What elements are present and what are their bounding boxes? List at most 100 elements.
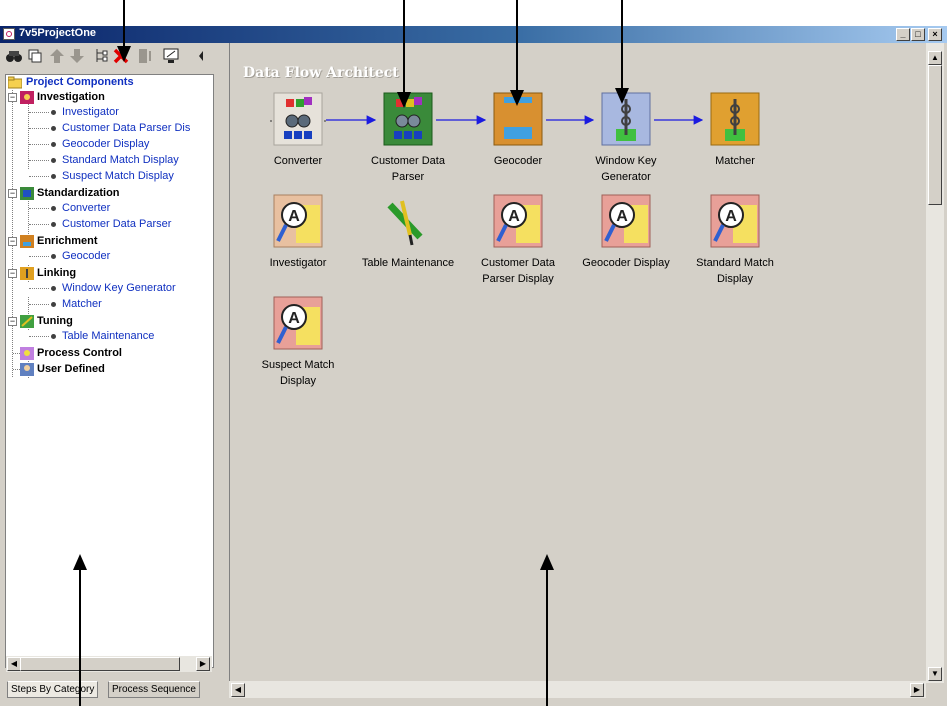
tree-item[interactable]: Window Key Generator: [62, 281, 176, 295]
tree-category-tuning[interactable]: Tuning: [37, 314, 73, 328]
annotation-arrow: [403, 22, 405, 98]
tab-process-sequence[interactable]: Process Sequence: [108, 681, 200, 698]
collapse-panel-icon[interactable]: [197, 47, 205, 65]
scroll-left-icon[interactable]: ◀: [7, 657, 21, 671]
component-label: Customer Data Parser: [371, 155, 445, 183]
component-label: Matcher: [715, 155, 755, 167]
app-window: 7v5ProjectOne _ □ × Project Components −…: [0, 26, 947, 706]
investigator-icon: A: [270, 193, 326, 251]
tree-item[interactable]: Table Maintenance: [62, 329, 154, 343]
matcher-icon: [707, 91, 763, 149]
tools-icon: [380, 193, 436, 251]
component-label: Table Maintenance: [361, 257, 455, 269]
scroll-right-icon[interactable]: ▶: [196, 657, 210, 671]
move-down-icon[interactable]: [68, 47, 86, 65]
tree-horizontal-scrollbar[interactable]: ◀ ▶: [6, 656, 212, 672]
scroll-down-icon[interactable]: ▼: [928, 667, 942, 681]
collapse-toggle[interactable]: −: [8, 317, 17, 326]
tree-item[interactable]: Geocoder Display: [62, 137, 149, 151]
annotation-arrow: [403, 0, 405, 22]
tree-item[interactable]: Customer Data Parser Dis: [62, 121, 190, 135]
project-tree: Project Components − Investigation Inves…: [5, 74, 214, 668]
component-label: Customer Data Parser Display: [481, 257, 555, 285]
tree-category-linking[interactable]: Linking: [37, 266, 76, 280]
maximize-button[interactable]: □: [911, 28, 925, 41]
app-icon: [3, 28, 15, 40]
annotation-arrow: [123, 0, 125, 22]
tree-category-process-control[interactable]: Process Control: [37, 346, 122, 360]
tree-item[interactable]: Converter: [62, 201, 110, 215]
canvas-horizontal-scrollbar[interactable]: ◀ ▶: [229, 681, 926, 698]
component-label: Geocoder Display: [582, 257, 670, 269]
component-label: Investigator: [269, 257, 327, 269]
user-defined-icon: [20, 363, 34, 376]
annotation-arrowhead: [397, 92, 411, 108]
tree-item[interactable]: Standard Match Display: [62, 153, 179, 167]
tree-root-label[interactable]: Project Components: [26, 75, 134, 89]
process-control-icon: [20, 347, 34, 360]
data-flow-canvas[interactable]: Data Flow Architect Converter Customer D…: [229, 43, 927, 682]
svg-text:A: A: [725, 208, 737, 225]
annotation-arrowhead: [510, 90, 524, 106]
scroll-right-icon[interactable]: ▶: [910, 683, 924, 697]
annotation-arrow: [621, 22, 623, 94]
folder-icon: [7, 76, 23, 89]
annotation-arrow: [516, 22, 518, 96]
svg-text:A: A: [508, 208, 520, 225]
collapse-toggle[interactable]: −: [8, 189, 17, 198]
flow-connectors: [326, 115, 704, 125]
tree-item[interactable]: Suspect Match Display: [62, 169, 174, 183]
list-icon[interactable]: [136, 47, 154, 65]
investigator-icon: A: [707, 193, 763, 251]
investigator-icon: A: [490, 193, 546, 251]
investigator-icon: A: [270, 295, 326, 353]
tree-category-investigation[interactable]: Investigation: [37, 90, 105, 104]
tree-icon[interactable]: [92, 47, 110, 65]
window-title: 7v5ProjectOne: [19, 27, 97, 39]
svg-text:A: A: [288, 310, 300, 327]
component-label: Window Key Generator: [595, 155, 657, 183]
tree-item[interactable]: Geocoder: [62, 249, 110, 263]
annotation-arrowhead: [117, 46, 131, 62]
converter-icon: [270, 91, 326, 149]
collapse-toggle[interactable]: −: [8, 93, 17, 102]
tab-steps-by-category[interactable]: Steps By Category: [7, 681, 99, 698]
collapse-toggle[interactable]: −: [8, 237, 17, 246]
svg-text:A: A: [616, 208, 628, 225]
component-label: Geocoder: [493, 155, 543, 167]
minimize-button[interactable]: _: [896, 28, 910, 41]
title-bar: 7v5ProjectOne _ □ ×: [0, 26, 947, 43]
tree-item[interactable]: Customer Data Parser: [62, 217, 171, 231]
tuning-icon: [20, 315, 34, 328]
investigator-icon: A: [598, 193, 654, 251]
scroll-left-icon[interactable]: ◀: [231, 683, 245, 697]
component-label: Suspect Match Display: [261, 359, 335, 387]
annotation-arrow: [79, 568, 81, 706]
annotation-arrow: [516, 0, 518, 22]
copy-icon[interactable]: [26, 47, 44, 65]
annotation-arrowhead: [615, 88, 629, 104]
component-label: Converter: [273, 155, 323, 167]
tree-item[interactable]: Investigator: [62, 105, 119, 119]
scroll-up-icon[interactable]: ▲: [928, 51, 942, 65]
tree-item[interactable]: Matcher: [62, 297, 102, 311]
annotation-arrow: [621, 0, 623, 22]
enrichment-icon: [20, 235, 34, 248]
monitor-icon[interactable]: [162, 47, 180, 65]
investigation-icon: [20, 91, 34, 104]
component-label: Standard Match Display: [696, 257, 774, 285]
scroll-thumb[interactable]: [928, 65, 942, 205]
close-button[interactable]: ×: [928, 28, 942, 41]
scroll-thumb[interactable]: [20, 657, 180, 671]
collapse-toggle[interactable]: −: [8, 269, 17, 278]
tree-category-user-defined[interactable]: User Defined: [37, 362, 105, 376]
svg-text:A: A: [288, 208, 300, 225]
standardization-icon: [20, 187, 34, 200]
annotation-arrow: [546, 568, 548, 706]
tree-category-enrichment[interactable]: Enrichment: [37, 234, 98, 248]
toolbar: [3, 45, 215, 69]
binoculars-icon[interactable]: [5, 47, 23, 65]
tree-category-standardization[interactable]: Standardization: [37, 186, 120, 200]
move-up-icon[interactable]: [48, 47, 66, 65]
canvas-vertical-scrollbar[interactable]: ▲ ▼: [926, 43, 944, 683]
